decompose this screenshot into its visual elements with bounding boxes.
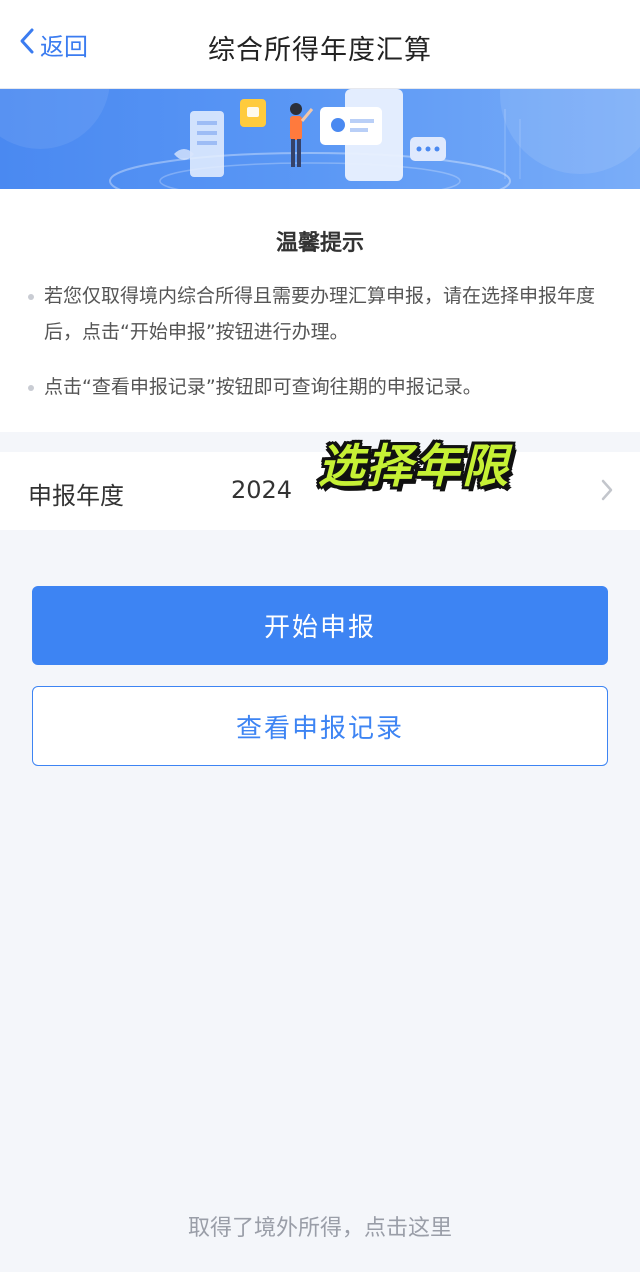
view-records-button[interactable]: 查看申报记录 xyxy=(32,686,608,766)
year-label: 申报年度 xyxy=(28,482,124,510)
foreign-income-link[interactable]: 取得了境外所得，点击这里 xyxy=(0,1210,640,1242)
tip-item: 若您仅取得境内综合所得且需要办理汇算申报，请在选择申报年度后，点击“开始申报”按… xyxy=(44,285,596,343)
declaration-year-selector[interactable]: 申报年度 2024 xyxy=(0,452,640,530)
bullet-dot-icon xyxy=(28,294,34,300)
tip-item: 点击“查看申报记录”按钮即可查询往期的申报记录。 xyxy=(44,376,482,398)
banner-illustration xyxy=(0,89,640,189)
start-declaration-button[interactable]: 开始申报 xyxy=(32,586,608,665)
tips-title: 温馨提示 xyxy=(275,231,364,256)
navigation-bar: 返回 综合所得年度汇算 xyxy=(0,0,640,89)
chevron-right-icon xyxy=(600,478,614,506)
page-title: 综合所得年度汇算 xyxy=(208,35,432,66)
bullet-dot-icon xyxy=(28,385,34,391)
year-value: 2024 xyxy=(231,476,293,504)
tips-card: 温馨提示 若您仅取得境内综合所得且需要办理汇算申报，请在选择申报年度后，点击“开… xyxy=(0,189,640,432)
